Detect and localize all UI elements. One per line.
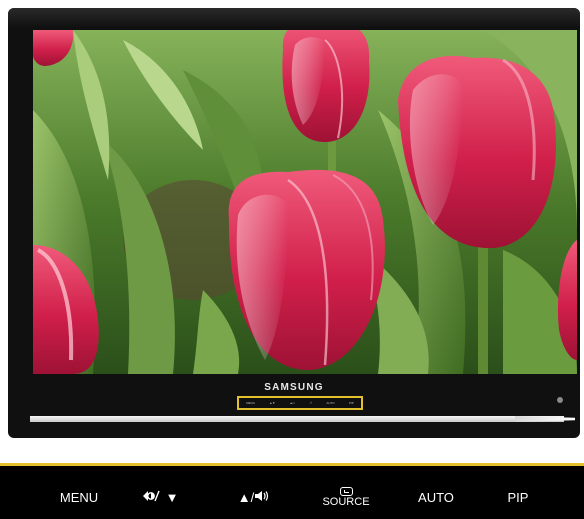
bezel-shine: [8, 8, 580, 28]
menu-button[interactable]: MENU: [52, 482, 106, 512]
brand-logo: SAMSUNG: [264, 382, 324, 393]
control-bar: MENU ▼ ▲/ SOURCE AUTO PIP: [0, 463, 584, 519]
mini-control-auto[interactable]: AUTO: [326, 401, 334, 405]
source-button[interactable]: SOURCE: [318, 482, 374, 512]
pip-button[interactable]: PIP: [495, 482, 541, 512]
power-button[interactable]: [557, 397, 563, 403]
stage: SAMSUNG MENU ▲▼ ▲/◐ ⏎ AUTO PIP MENU ▼ ▲/…: [0, 0, 584, 519]
pip-button-label: PIP: [507, 489, 529, 505]
mini-control-source[interactable]: ⏎: [310, 401, 313, 405]
mini-control-pip[interactable]: PIP: [349, 401, 354, 405]
monitor: SAMSUNG MENU ▲▼ ▲/◐ ⏎ AUTO PIP: [8, 8, 580, 438]
source-button-label: SOURCE: [322, 495, 370, 508]
mini-control-menu[interactable]: MENU: [246, 401, 255, 405]
brightness-down-button[interactable]: ▼: [127, 482, 193, 512]
source-enter-icon: [339, 486, 353, 496]
auto-button[interactable]: AUTO: [408, 482, 464, 512]
brightness-contrast-icon: [142, 490, 164, 505]
monitor-screen: [33, 30, 577, 374]
menu-button-label: MENU: [59, 489, 99, 505]
volume-speaker-icon: [254, 490, 270, 505]
mini-control-brightness[interactable]: ▲▼: [269, 401, 275, 405]
auto-button-label: AUTO: [418, 489, 454, 505]
tulip-photo: [33, 30, 577, 374]
volume-button[interactable]: ▲/: [226, 482, 284, 512]
mini-control-volume[interactable]: ▲/◐: [290, 401, 296, 405]
brightness-down-label: ▼: [165, 489, 179, 505]
volume-button-label: ▲/: [237, 489, 255, 505]
bottom-light-strip: [30, 416, 564, 422]
monitor-mini-controls: MENU ▲▼ ▲/◐ ⏎ AUTO PIP: [237, 396, 363, 410]
